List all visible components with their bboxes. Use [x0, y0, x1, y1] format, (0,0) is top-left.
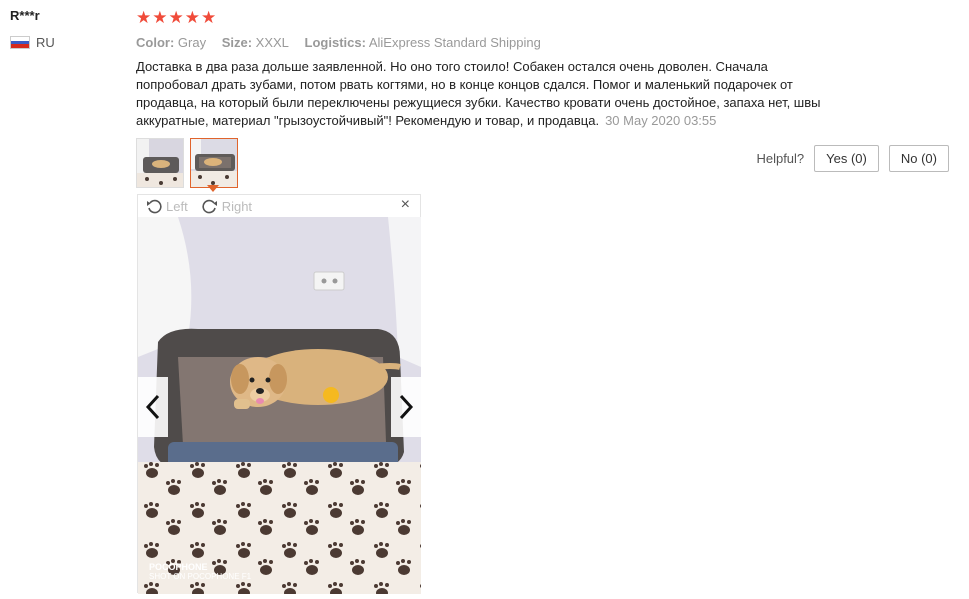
- attr-size-value: XXXL: [255, 35, 289, 50]
- watermark-subtitle: SHOT ON POCOPHONE F1: [149, 572, 252, 581]
- reviewer-name: R***r: [10, 8, 40, 23]
- rotate-left-icon: [147, 199, 162, 214]
- watermark-brand: POCOPHONE: [149, 562, 208, 572]
- photo-thumbnail-2[interactable]: [190, 138, 238, 188]
- country-code: RU: [36, 35, 55, 50]
- purchase-attributes: Color: Gray Size: XXXL Logistics: AliExp…: [136, 35, 956, 53]
- next-photo-button[interactable]: [391, 377, 421, 437]
- helpful-no-button[interactable]: No (0): [888, 145, 949, 172]
- attr-color-key: Color:: [136, 35, 175, 50]
- rotate-right-label: Right: [221, 198, 253, 214]
- star-rating: ★★★★★: [136, 8, 218, 27]
- review-photo: POCOPHONE SHOT ON POCOPHONE F1: [138, 217, 421, 594]
- chevron-left-icon: [145, 394, 160, 420]
- attr-color-value: Gray: [177, 35, 207, 50]
- rotate-right-button[interactable]: Right: [202, 198, 252, 214]
- attr-logistics-value: AliExpress Standard Shipping: [368, 35, 541, 50]
- review-body: ★★★★★ Color: Gray Size: XXXL Logistics: …: [136, 8, 956, 130]
- close-viewer-icon[interactable]: ×: [401, 196, 410, 214]
- camera-watermark: POCOPHONE SHOT ON POCOPHONE F1: [149, 562, 251, 582]
- previous-photo-button[interactable]: [138, 377, 168, 437]
- thumbnail-image-2: [191, 139, 237, 187]
- review-text: Доставка в два раза дольше заявленной. Н…: [136, 59, 821, 128]
- review-text-block: Доставка в два раза дольше заявленной. Н…: [136, 58, 836, 130]
- rotate-right-icon: [202, 199, 217, 214]
- helpful-vote: Helpful? Yes (0) No (0): [756, 145, 949, 172]
- reviewer-info: R***r RU: [10, 8, 120, 50]
- russia-flag-icon: [10, 36, 30, 49]
- dog-in-bed-photo: [138, 217, 421, 594]
- thumbnail-image-1: [137, 139, 183, 187]
- rotate-left-label: Left: [166, 198, 188, 214]
- helpful-label: Helpful?: [756, 151, 805, 166]
- viewer-toolbar: Left Right ×: [138, 195, 420, 217]
- active-thumbnail-indicator: [207, 185, 219, 192]
- helpful-yes-button[interactable]: Yes (0): [814, 145, 879, 172]
- photo-thumbnails: [136, 138, 238, 188]
- rotate-left-button[interactable]: Left: [146, 198, 188, 214]
- review-date: 30 May 2020 03:55: [605, 113, 717, 128]
- attr-logistics-key: Logistics:: [304, 35, 366, 50]
- chevron-right-icon: [399, 394, 414, 420]
- reviewer-country: RU: [10, 35, 120, 50]
- attr-size-key: Size:: [221, 35, 253, 50]
- photo-thumbnail-1[interactable]: [136, 138, 184, 188]
- photo-viewer: Left Right × POCOPHONE SHOT ON POCOPHONE…: [137, 194, 421, 594]
